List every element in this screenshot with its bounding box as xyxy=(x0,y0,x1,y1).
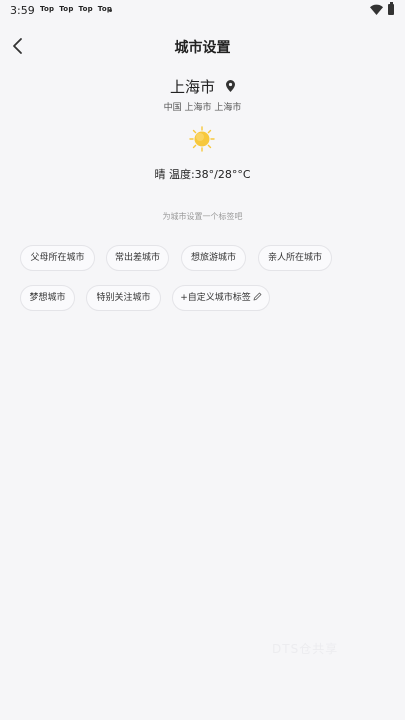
tag-dream-city[interactable]: 梦想城市 xyxy=(20,285,75,311)
tag-relatives-city[interactable]: 亲人所在城市 xyxy=(258,245,332,271)
tag-parents-city[interactable]: 父母所在城市 xyxy=(20,245,95,271)
wifi-icon xyxy=(370,4,383,15)
weather-text: 晴 温度:38°/28°°C xyxy=(154,168,251,181)
notification-label: Top xyxy=(78,5,93,13)
status-bar: 3:59 Top Top Top Top xyxy=(0,0,405,22)
pencil-icon xyxy=(253,292,262,301)
tag-special-focus-city[interactable]: 特别关注城市 xyxy=(86,285,161,311)
notification-icons: Top Top Top Top xyxy=(40,5,117,13)
notification-label: Top xyxy=(59,5,74,13)
page-title: 城市设置 xyxy=(174,40,231,56)
tag-travel-wish-city[interactable]: 想旅游城市 xyxy=(181,245,246,271)
nav-bar: 城市设置 xyxy=(0,28,405,64)
location-pin-icon xyxy=(226,80,236,92)
status-time: 3:59 xyxy=(10,4,35,17)
tag-business-trip-city[interactable]: 常出差城市 xyxy=(106,245,169,271)
city-header: 上海市 xyxy=(0,76,405,97)
add-custom-tag-button[interactable]: +自定义城市标签 xyxy=(172,285,270,311)
sun-icon xyxy=(189,126,215,152)
city-name: 上海市 xyxy=(169,78,215,96)
notification-label: Top xyxy=(40,5,55,13)
add-custom-tag-label: +自定义城市标签 xyxy=(180,293,251,303)
city-region-path: 中国 上海市 上海市 xyxy=(163,103,242,113)
notification-dot-icon xyxy=(109,9,112,12)
tag-hint: 为城市设置一个标签吧 xyxy=(162,212,243,221)
battery-icon xyxy=(388,2,394,15)
watermark-text: DTS仓共享 xyxy=(272,642,339,656)
